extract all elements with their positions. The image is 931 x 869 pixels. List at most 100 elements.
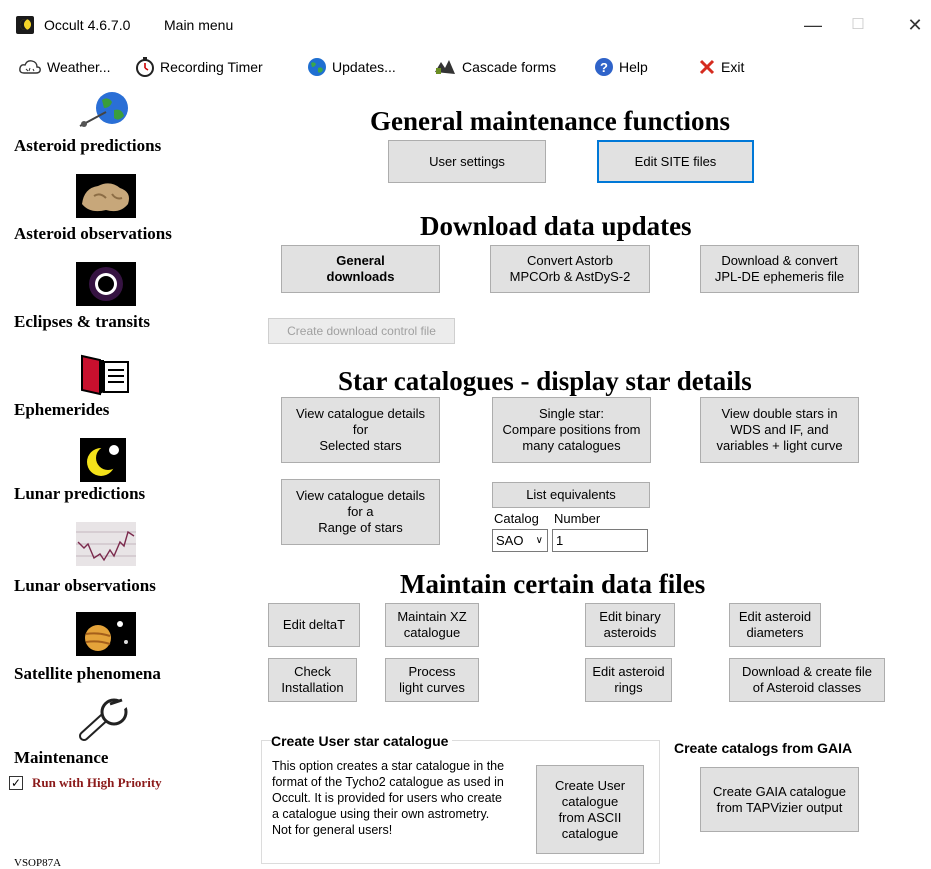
close-button[interactable]: ✕ <box>900 12 930 38</box>
sidebar-eclipses[interactable]: Eclipses & transits <box>0 262 210 342</box>
globe-icon <box>308 58 326 76</box>
edit-rings-line2: rings <box>614 680 643 695</box>
desc-line: a catalogue using their own astrometry. <box>272 807 490 821</box>
single-star-line3: many catalogues <box>522 438 621 453</box>
edit-rings-line1: Edit asteroid <box>592 664 665 679</box>
create-gaia-line1: Create GAIA catalogue <box>713 783 846 799</box>
desc-line: This option creates a star catalogue in … <box>272 759 505 773</box>
asteroid-classes-line2: of Asteroid classes <box>752 680 862 695</box>
general-downloads-button[interactable]: General downloads <box>281 245 440 293</box>
star-number-input[interactable]: 1 <box>552 529 648 552</box>
vsop-label: VSOP87A <box>14 857 62 869</box>
sidebar-label: Lunar predictions <box>14 484 146 503</box>
menu-exit[interactable]: Exit <box>698 56 744 78</box>
view-selected-line2: for <box>352 422 369 437</box>
edit-binary-line2: asteroids <box>603 625 657 640</box>
gaia-title: Create catalogs from GAIA <box>674 740 853 756</box>
menu-weather[interactable]: Weather... <box>18 56 111 78</box>
convert-astorb-button[interactable]: Convert Astorb MPCOrb & AstDyS-2 <box>490 245 650 293</box>
high-priority-checkbox[interactable]: ✓ <box>9 776 23 790</box>
single-star-button[interactable]: Single star: Compare positions from many… <box>492 397 651 463</box>
desc-line: Not for general users! <box>272 823 393 837</box>
check-installation-line1: Check <box>294 664 331 679</box>
help-icon: ? <box>595 58 613 76</box>
menu-exit-label: Exit <box>721 59 745 75</box>
sidebar-label: Ephemerides <box>14 400 110 419</box>
user-catalogue-title: Create User star catalogue <box>271 733 453 749</box>
maintain-xz-button[interactable]: Maintain XZ catalogue <box>385 603 479 647</box>
edit-binary-asteroids-button[interactable]: Edit binary asteroids <box>585 603 675 647</box>
sidebar: Asteroid predictions Asteroid observatio… <box>0 86 210 869</box>
sidebar-ephemerides[interactable]: Ephemerides <box>0 350 210 430</box>
edit-binary-line1: Edit binary <box>599 609 661 624</box>
svg-text:?: ? <box>600 60 608 75</box>
menu-help[interactable]: ? Help <box>594 56 648 78</box>
view-range-stars-button[interactable]: View catalogue details for a Range of st… <box>281 479 440 545</box>
menu-updates[interactable]: Updates... <box>307 56 396 78</box>
view-selected-stars-button[interactable]: View catalogue details for Selected star… <box>281 397 440 463</box>
create-gaia-line2: from TAPVizier output <box>716 799 843 815</box>
sidebar-label: Asteroid predictions <box>14 136 162 155</box>
number-label: Number <box>554 511 601 526</box>
create-user-catalogue-button[interactable]: Create User catalogue from ASCII catalog… <box>536 765 644 854</box>
earth-asteroid-icon <box>79 92 128 127</box>
app-title: Occult 4.6.7.0 <box>44 17 131 33</box>
stopwatch-icon <box>136 57 154 77</box>
edit-asteroid-diameters-button[interactable]: Edit asteroid diameters <box>729 603 821 647</box>
user-catalogue-description: This option creates a star catalogue in … <box>272 758 504 838</box>
sidebar-asteroid-predictions[interactable]: Asteroid predictions <box>0 86 210 166</box>
list-equivalents-button[interactable]: List equivalents <box>492 482 650 508</box>
view-range-line1: View catalogue details <box>295 488 426 503</box>
user-settings-button[interactable]: User settings <box>388 140 546 183</box>
desc-line: Occult. It is provided for users who cre… <box>272 791 502 805</box>
menu-weather-label: Weather... <box>47 59 111 75</box>
download-jpl-line1: Download & convert <box>721 253 838 268</box>
general-downloads-line1: General <box>336 253 385 268</box>
download-jpl-button[interactable]: Download & convert JPL-DE ephemeris file <box>700 245 859 293</box>
eclipse-icon <box>76 262 136 306</box>
create-user-line1: Create User <box>554 777 626 793</box>
sidebar-lunar-observations[interactable]: Lunar observations <box>0 522 210 602</box>
satellite-jupiter-icon <box>76 612 136 656</box>
create-user-line2: catalogue <box>561 793 619 809</box>
menu-updates-label: Updates... <box>332 59 396 75</box>
sidebar-label: Maintenance <box>14 748 109 767</box>
moon-icon <box>80 438 126 482</box>
sidebar-asteroid-observations[interactable]: Asteroid observations <box>0 174 210 254</box>
double-stars-line3: variables + light curve <box>716 438 843 453</box>
menu-recording-timer-label: Recording Timer <box>160 59 263 75</box>
view-selected-line3: Selected stars <box>319 438 402 453</box>
sidebar-label: Eclipses & transits <box>14 312 150 331</box>
double-stars-line2: WDS and IF, and <box>730 422 829 437</box>
cloud-icon <box>19 60 41 74</box>
maintain-xz-line1: Maintain XZ <box>397 609 467 624</box>
menu-cascade[interactable]: Cascade forms <box>433 56 556 78</box>
maximize-button[interactable]: ☐ <box>843 12 873 38</box>
sidebar-maintenance[interactable]: Maintenance <box>0 698 210 778</box>
check-installation-line2: Installation <box>281 680 344 695</box>
edit-deltat-button[interactable]: Edit deltaT <box>268 603 360 647</box>
sidebar-satellite-phenomena[interactable]: Satellite phenomena <box>0 612 210 692</box>
edit-site-files-button[interactable]: Edit SITE files <box>597 140 754 183</box>
edit-asteroid-rings-button[interactable]: Edit asteroid rings <box>585 658 672 702</box>
sidebar-label: Asteroid observations <box>14 224 172 243</box>
create-gaia-catalogue-button[interactable]: Create GAIA catalogue from TAPVizier out… <box>700 767 859 832</box>
minimize-button[interactable]: — <box>798 12 828 38</box>
process-light-curves-line1: Process <box>408 664 456 679</box>
sidebar-lunar-predictions[interactable]: Lunar predictions <box>0 438 210 518</box>
create-download-control-file-button[interactable]: Create download control file <box>268 318 455 344</box>
chevron-down-icon: ∨ <box>535 535 543 546</box>
double-stars-button[interactable]: View double stars in WDS and IF, and var… <box>700 397 859 463</box>
book-icon <box>81 354 129 396</box>
menu-recording-timer[interactable]: Recording Timer <box>135 56 263 78</box>
title-bar: Occult 4.6.7.0 Main menu — ☐ ✕ <box>0 0 931 44</box>
catalog-select[interactable]: SAO ∨ <box>492 529 548 552</box>
asteroid-classes-button[interactable]: Download & create file of Asteroid class… <box>729 658 885 702</box>
process-light-curves-button[interactable]: Process light curves <box>385 658 479 702</box>
check-installation-button[interactable]: Check Installation <box>268 658 357 702</box>
sidebar-label: Satellite phenomena <box>14 664 161 683</box>
sidebar-label: Lunar observations <box>14 576 156 595</box>
menu-cascade-label: Cascade forms <box>462 59 557 75</box>
general-downloads-line2: downloads <box>326 269 395 284</box>
edit-diameters-line1: Edit asteroid <box>738 609 812 624</box>
